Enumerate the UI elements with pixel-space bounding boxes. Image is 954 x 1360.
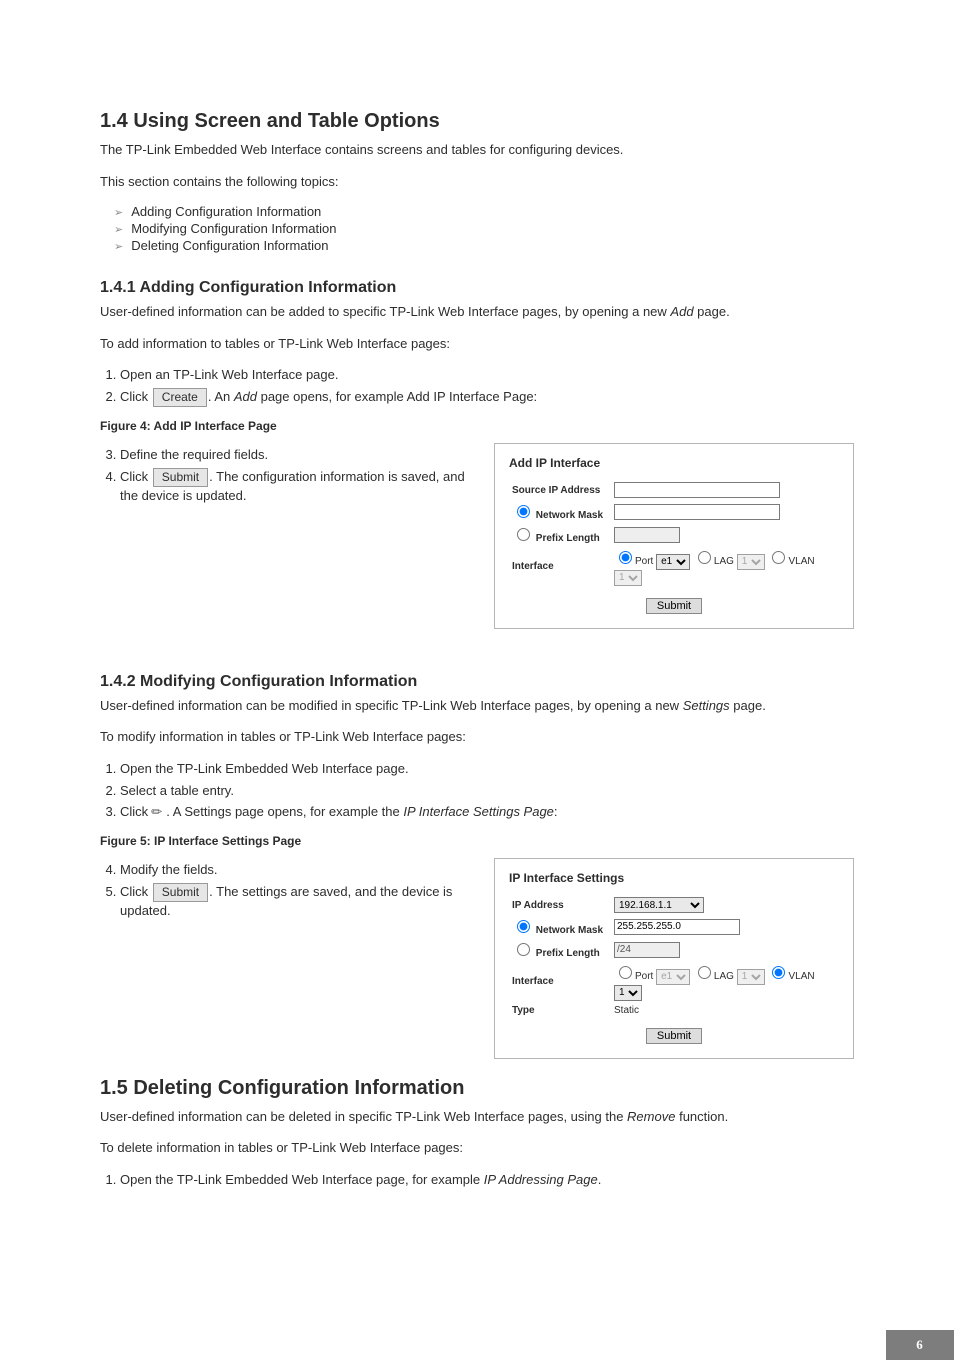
panel-submit-button[interactable]: Submit	[646, 598, 702, 614]
list-item: Modifying Configuration Information	[114, 221, 854, 236]
paragraph: The TP-Link Embedded Web Interface conta…	[100, 141, 854, 159]
step: Click ✎ . A Settings page opens, for exa…	[120, 803, 854, 822]
figure-5-panel: IP Interface Settings IP Address 192.168…	[494, 858, 854, 1059]
create-button[interactable]: Create	[153, 388, 207, 407]
steps-list: Define the required fields. Click Submit…	[100, 446, 470, 506]
vlan-radio[interactable]	[772, 966, 785, 979]
figure-4-caption: Figure 4: Add IP Interface Page	[100, 419, 854, 433]
prefix-length-input[interactable]	[614, 527, 680, 543]
prefix-length-radio[interactable]	[517, 528, 530, 541]
heading-1-4-2: 1.4.2 Modifying Configuration Informatio…	[100, 673, 854, 691]
panel-title: Add IP Interface	[509, 456, 839, 470]
paragraph: User-defined information can be modified…	[100, 697, 854, 715]
port-radio[interactable]	[619, 551, 632, 564]
port-radio[interactable]	[619, 966, 632, 979]
paragraph: To delete information in tables or TP-Li…	[100, 1139, 854, 1157]
label-prefix: Prefix Length	[536, 533, 600, 544]
steps-list: Open an TP-Link Web Interface page. Clic…	[100, 366, 854, 407]
panel-title: IP Interface Settings	[509, 871, 839, 885]
port-select[interactable]: e1	[656, 969, 690, 985]
paragraph: User-defined information can be added to…	[100, 303, 854, 321]
steps-list: Modify the fields. Click Submit. The set…	[100, 861, 470, 921]
steps-list: Open the TP-Link Embedded Web Interface …	[100, 760, 854, 823]
step: Select a table entry.	[120, 782, 854, 801]
label-interface: Interface	[509, 961, 611, 1003]
vlan-select[interactable]: 1	[614, 985, 642, 1001]
source-ip-input[interactable]	[614, 482, 780, 498]
label-prefix: Prefix Length	[536, 948, 600, 959]
network-mask-input[interactable]	[614, 919, 740, 935]
list-item: Deleting Configuration Information	[114, 238, 854, 253]
list-item: Adding Configuration Information	[114, 204, 854, 219]
paragraph: To add information to tables or TP-Link …	[100, 335, 854, 353]
submit-button[interactable]: Submit	[153, 468, 208, 487]
lag-select[interactable]: 1	[737, 554, 765, 570]
heading-1-5: 1.5 Deleting Configuration Information	[100, 1077, 854, 1100]
vlan-radio[interactable]	[772, 551, 785, 564]
prefix-length-input[interactable]	[614, 942, 680, 958]
label-type: Type	[509, 1003, 611, 1018]
label-network-mask: Network Mask	[536, 925, 603, 936]
paragraph: To modify information in tables or TP-Li…	[100, 728, 854, 746]
step: Open the TP-Link Embedded Web Interface …	[120, 760, 854, 779]
paragraph: User-defined information can be deleted …	[100, 1108, 854, 1126]
steps-list: Open the TP-Link Embedded Web Interface …	[100, 1171, 854, 1190]
step: Click Create. An Add page opens, for exa…	[120, 388, 854, 407]
label-network-mask: Network Mask	[536, 510, 603, 521]
ip-address-select[interactable]: 192.168.1.1	[614, 897, 704, 913]
lag-select[interactable]: 1	[737, 969, 765, 985]
port-select[interactable]: e1	[656, 554, 690, 570]
network-mask-input[interactable]	[614, 504, 780, 520]
page-number: 6	[886, 1330, 954, 1360]
vlan-select[interactable]: 1	[614, 570, 642, 586]
step: Open the TP-Link Embedded Web Interface …	[120, 1171, 854, 1190]
lag-radio[interactable]	[698, 966, 711, 979]
step: Open an TP-Link Web Interface page.	[120, 366, 854, 385]
label-interface: Interface	[509, 546, 611, 588]
step: Click Submit. The configuration informat…	[120, 468, 470, 506]
network-mask-radio[interactable]	[517, 920, 530, 933]
step: Modify the fields.	[120, 861, 470, 880]
panel-submit-button[interactable]: Submit	[646, 1028, 702, 1044]
step: Click Submit. The settings are saved, an…	[120, 883, 470, 921]
lag-radio[interactable]	[698, 551, 711, 564]
prefix-length-radio[interactable]	[517, 943, 530, 956]
figure-4-panel: Add IP Interface Source IP Address Netwo…	[494, 443, 854, 629]
network-mask-radio[interactable]	[517, 505, 530, 518]
submit-button[interactable]: Submit	[153, 883, 208, 902]
paragraph: This section contains the following topi…	[100, 173, 854, 191]
label-source-ip: Source IP Address	[509, 480, 611, 500]
heading-1-4: 1.4 Using Screen and Table Options	[100, 110, 854, 133]
label-ip-address: IP Address	[509, 895, 611, 915]
topic-list: Adding Configuration Information Modifyi…	[100, 204, 854, 253]
figure-5-caption: Figure 5: IP Interface Settings Page	[100, 834, 854, 848]
heading-1-4-1: 1.4.1 Adding Configuration Information	[100, 279, 854, 297]
step: Define the required fields.	[120, 446, 470, 465]
type-value: Static	[611, 1003, 839, 1018]
